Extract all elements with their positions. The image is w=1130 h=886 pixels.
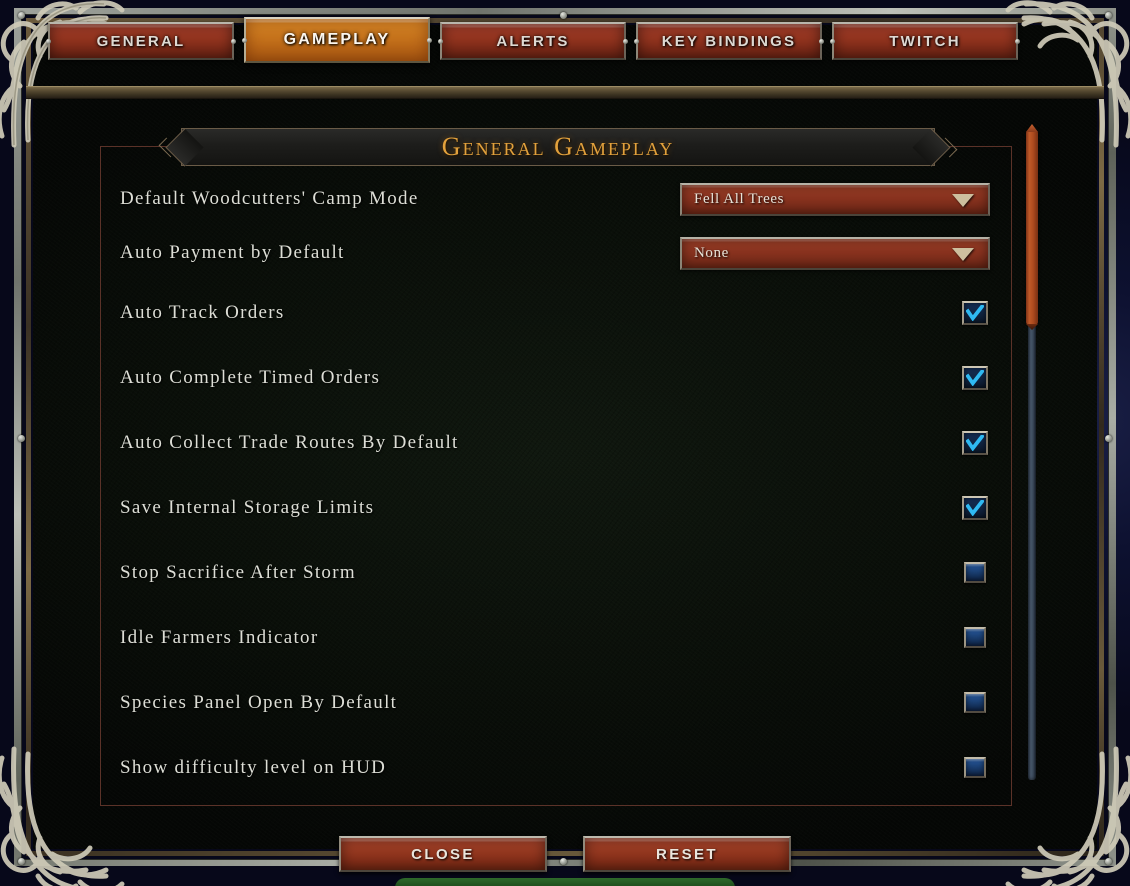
footer-button-bar: CLOSE RESET: [0, 836, 1130, 872]
tab-rivet-left: [46, 38, 51, 44]
close-button[interactable]: CLOSE: [339, 836, 547, 872]
checkbox-slot: [960, 627, 990, 648]
frame-rivet: [18, 12, 25, 19]
tab-gameplay[interactable]: GAMEPLAY: [242, 17, 432, 63]
tab-label: KEY BINDINGS: [661, 32, 797, 50]
checkbox-slot: [960, 562, 990, 583]
setting-row-save-internal-storage-limits: Save Internal Storage Limits: [120, 475, 990, 540]
setting-label: Auto Complete Timed Orders: [120, 366, 381, 388]
section-title-banner: General Gameplay: [158, 128, 958, 167]
setting-label: Auto Collect Trade Routes By Default: [120, 431, 459, 453]
setting-label: Save Internal Storage Limits: [120, 496, 375, 518]
tab-rivet-right: [623, 38, 628, 44]
tab-rivet-left: [438, 38, 443, 44]
setting-label: Auto Track Orders: [120, 301, 285, 323]
dropdown-auto-payment-by-default[interactable]: None: [680, 236, 990, 270]
tab-key-bindings[interactable]: KEY BINDINGS: [634, 22, 824, 60]
setting-row-default-woodcutters-camp-mode: Default Woodcutters' Camp Mode Fell All T…: [120, 172, 990, 226]
tab-rivet-left: [242, 37, 247, 43]
dropdown-default-woodcutters-camp-mode[interactable]: Fell All Trees: [680, 182, 990, 216]
dropdown-value: None: [694, 244, 729, 261]
setting-row-auto-complete-timed-orders: Auto Complete Timed Orders: [120, 345, 990, 410]
setting-row-auto-collect-trade-routes-by-default: Auto Collect Trade Routes By Default: [120, 410, 990, 475]
tab-twitch[interactable]: TWITCH: [830, 22, 1020, 60]
setting-row-species-panel-open-by-default: Species Panel Open By Default: [120, 670, 990, 735]
checkbox-slot: [960, 300, 990, 325]
checkbox-auto-track-orders[interactable]: [962, 300, 988, 325]
button-label: RESET: [655, 845, 718, 863]
setting-row-auto-track-orders: Auto Track Orders: [120, 280, 990, 345]
setting-label: Default Woodcutters' Camp Mode: [120, 188, 419, 209]
tab-rivet-left: [634, 38, 639, 44]
tab-label: ALERTS: [496, 32, 570, 50]
frame-rivet: [18, 435, 25, 442]
tabbar-rail: [26, 86, 1104, 99]
button-label: CLOSE: [411, 845, 475, 863]
setting-label: Stop Sacrifice After Storm: [120, 561, 356, 583]
checkbox-stop-sacrifice-after-storm[interactable]: [964, 562, 986, 583]
vertical-scrollbar[interactable]: [1025, 130, 1039, 780]
settings-window: GENERAL GAMEPLAY ALERTS KEY BINDINGS TWITCH …: [0, 0, 1130, 886]
setting-row-idle-farmers-indicator: Idle Farmers Indicator: [120, 605, 990, 670]
frame-rivet: [560, 12, 567, 19]
checkbox-slot: [960, 495, 990, 520]
check-icon: [966, 499, 984, 516]
checkbox-auto-collect-trade-routes-by-default[interactable]: [962, 430, 988, 455]
check-icon: [966, 304, 984, 321]
checkbox-auto-complete-timed-orders[interactable]: [962, 365, 988, 390]
settings-list: Default Woodcutters' Camp Mode Fell All T…: [120, 172, 990, 800]
tab-rivet-right: [819, 38, 824, 44]
frame-rivet: [1105, 12, 1112, 19]
tab-alerts[interactable]: ALERTS: [438, 22, 628, 60]
setting-row-stop-sacrifice-after-storm: Stop Sacrifice After Storm: [120, 540, 990, 605]
tab-rivet-right: [1015, 38, 1020, 44]
checkbox-slot: [960, 430, 990, 455]
check-icon: [966, 369, 984, 386]
page-title: General Gameplay: [441, 132, 675, 161]
checkbox-slot: [960, 757, 990, 778]
scrollbar-thumb[interactable]: [1026, 130, 1038, 325]
tab-general[interactable]: GENERAL: [46, 22, 236, 60]
reset-button[interactable]: RESET: [583, 836, 791, 872]
checkbox-show-difficulty-level-on-hud[interactable]: [964, 757, 986, 778]
setting-label: Idle Farmers Indicator: [120, 626, 319, 648]
tab-label: GAMEPLAY: [283, 31, 391, 48]
checkbox-slot: [960, 692, 990, 713]
frame-rivet: [1105, 435, 1112, 442]
dropdown-value: Fell All Trees: [694, 190, 785, 207]
checkbox-species-panel-open-by-default[interactable]: [964, 692, 986, 713]
tab-rivet-right: [231, 38, 236, 44]
setting-label: Show difficulty level on HUD: [120, 756, 387, 778]
checkbox-slot: [960, 365, 990, 390]
checkbox-save-internal-storage-limits[interactable]: [962, 495, 988, 520]
check-icon: [966, 434, 984, 451]
setting-row-auto-payment-by-default: Auto Payment by Default None: [120, 226, 990, 280]
tab-rivet-right: [427, 37, 432, 43]
setting-label: Species Panel Open By Default: [120, 691, 398, 713]
settings-tabbar: GENERAL GAMEPLAY ALERTS KEY BINDINGS TWITCH: [46, 17, 1020, 68]
chevron-down-icon: [952, 194, 974, 207]
setting-label: Auto Payment by Default: [120, 242, 345, 263]
background-sliver: [395, 878, 735, 886]
setting-row-show-difficulty-level-on-hud: Show difficulty level on HUD: [120, 735, 990, 800]
tab-label: TWITCH: [889, 32, 961, 50]
tab-label: GENERAL: [96, 32, 186, 50]
tab-rivet-left: [830, 38, 835, 44]
chevron-down-icon: [952, 248, 974, 261]
checkbox-idle-farmers-indicator[interactable]: [964, 627, 986, 648]
